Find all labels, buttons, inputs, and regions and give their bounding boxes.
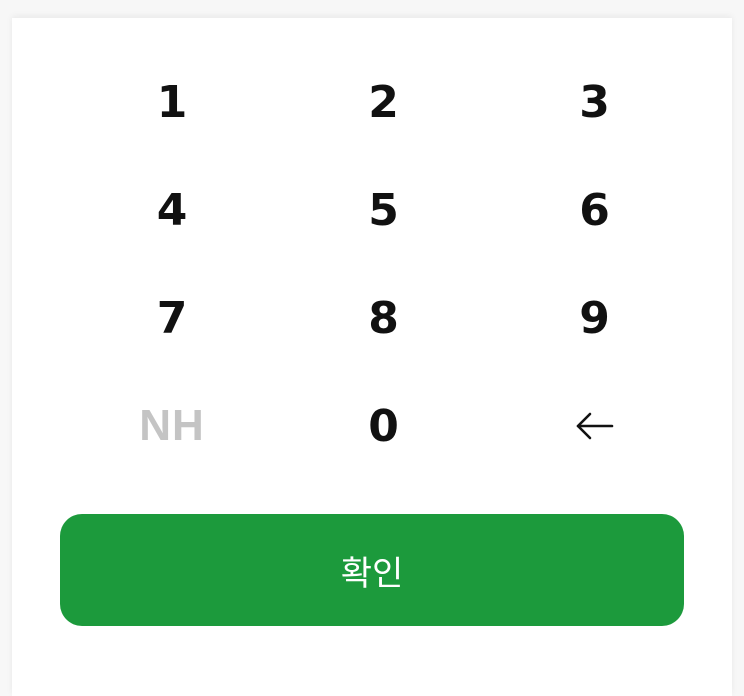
keypad-panel: 1 2 3 4 5 6 7 8 9 NH 0 확인 (12, 18, 732, 696)
key-0[interactable]: 0 (278, 372, 489, 480)
confirm-button[interactable]: 확인 (60, 514, 684, 626)
key-7[interactable]: 7 (66, 264, 278, 372)
arrow-left-icon (576, 412, 613, 440)
number-keypad: 1 2 3 4 5 6 7 8 9 NH 0 (66, 48, 700, 480)
key-8[interactable]: 8 (278, 264, 489, 372)
key-5[interactable]: 5 (278, 156, 489, 264)
backspace-button[interactable] (489, 372, 700, 480)
key-2[interactable]: 2 (278, 48, 489, 156)
key-4[interactable]: 4 (66, 156, 278, 264)
confirm-button-label: 확인 (340, 553, 404, 594)
key-9[interactable]: 9 (489, 264, 700, 372)
key-3[interactable]: 3 (489, 48, 700, 156)
key-1[interactable]: 1 (66, 48, 278, 156)
key-6[interactable]: 6 (489, 156, 700, 264)
nh-logo: NH (139, 401, 205, 450)
